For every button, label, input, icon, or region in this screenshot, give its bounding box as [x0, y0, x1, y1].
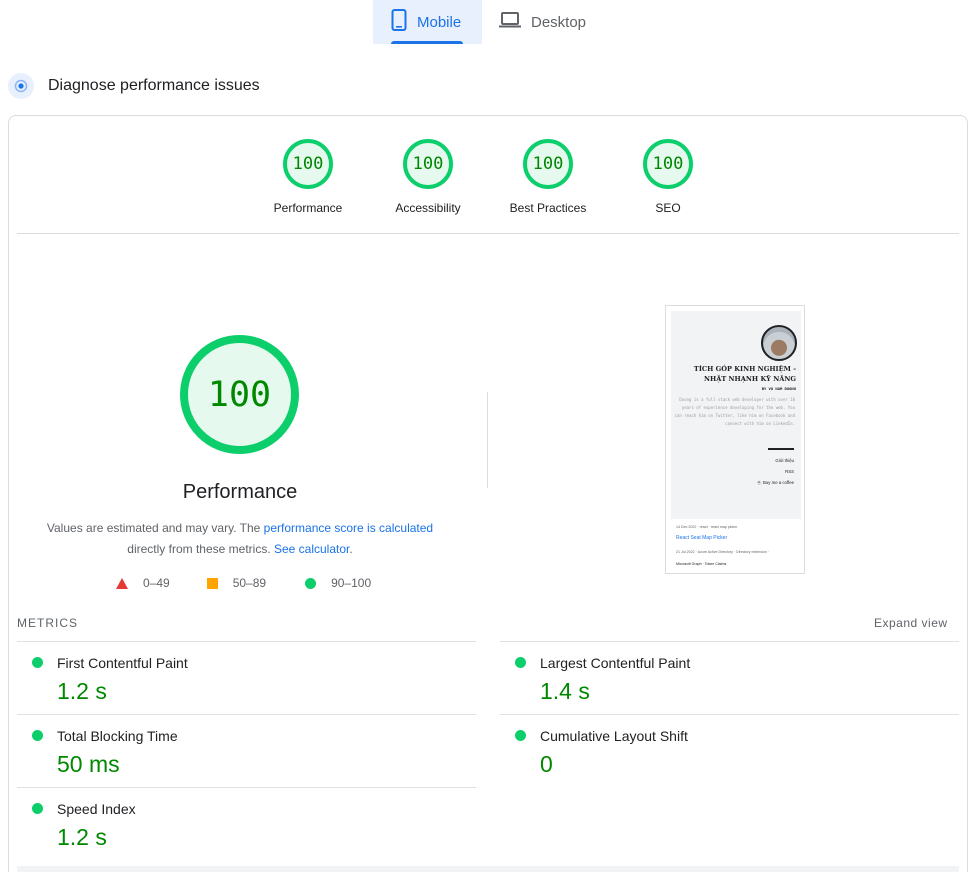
thumbnail-link: Giới thiệu [775, 458, 794, 463]
gauge-performance[interactable]: 100 Performance [248, 139, 368, 215]
performance-title: Performance [182, 481, 298, 503]
metric-total-blocking-time: Total Blocking Time 50 ms [17, 714, 476, 787]
legend-fail: 0–49 [116, 576, 170, 590]
metric-label: First Contentful Paint [57, 655, 188, 671]
see-calculator-link[interactable]: See calculator [274, 542, 349, 556]
gauge-label: Best Practices [509, 201, 587, 215]
metric-largest-contentful-paint: Largest Contentful Paint 1.4 s [500, 641, 959, 714]
tab-desktop[interactable]: Desktop [482, 0, 602, 44]
final-screenshot-thumbnail[interactable]: TÍCH GÓP KINH NGHIỆM - NHẶT NHẠNH KỸ NĂN… [665, 305, 805, 574]
section-footer-strip [17, 866, 959, 872]
thumbnail-post-meta: Microsoft Graph · Token Claims [676, 562, 727, 566]
score-calculated-link[interactable]: performance score is calculated [264, 521, 433, 535]
divider [17, 233, 959, 234]
metric-value: 1.2 s [57, 678, 107, 704]
thumbnail-post-meta: 14 Dec 2022 · react · react map picker [676, 525, 738, 529]
metrics-header: METRICS [17, 616, 78, 630]
pass-dot-icon [32, 730, 43, 741]
metric-label: Largest Contentful Paint [540, 655, 691, 671]
pass-dot-icon [515, 657, 526, 668]
legend-range: 0–49 [143, 576, 170, 590]
score-gauges: 100 Performance 100 Accessibility 100 Be… [248, 139, 728, 215]
desc-text: . [349, 542, 353, 556]
metric-label: Speed Index [57, 801, 136, 817]
metric-value: 1.2 s [57, 824, 107, 850]
metric-label: Total Blocking Time [57, 728, 178, 744]
tab-desktop-label: Desktop [531, 13, 587, 31]
gauge-score: 100 [523, 139, 573, 189]
metric-cumulative-layout-shift: Cumulative Layout Shift 0 [500, 714, 959, 787]
thumbnail-byline: BY VO NAM DUONG [761, 386, 796, 391]
legend-range: 90–100 [331, 576, 372, 590]
tab-selected-indicator [391, 41, 463, 44]
pass-dot-icon [515, 730, 526, 741]
lighthouse-dot-icon [8, 73, 34, 99]
thumbnail-site-title: TÍCH GÓP KINH NGHIỆM - NHẶT NHẠNH KỸ NĂN… [674, 364, 796, 384]
thumbnail-post-title: React Seat Map Picker [676, 535, 728, 541]
performance-score-gauge: 100 [180, 335, 299, 454]
expand-view-button[interactable]: Expand view [874, 616, 948, 630]
gauge-best-practices[interactable]: 100 Best Practices [488, 139, 608, 215]
gauge-score: 100 [643, 139, 693, 189]
pass-dot-icon [32, 657, 43, 668]
avatar [761, 325, 797, 361]
desc-text: directly from these metrics. [127, 542, 274, 556]
device-tabs: Mobile Desktop [373, 0, 602, 44]
legend-range: 50–89 [232, 576, 267, 590]
tab-mobile-label: Mobile [417, 13, 462, 31]
gauge-seo[interactable]: 100 SEO [608, 139, 728, 215]
gauge-score: 100 [283, 139, 333, 189]
gauge-label: Accessibility [395, 201, 461, 215]
thumbnail-bio: Duong is a full stack web developer with… [674, 397, 795, 426]
desc-text: Values are estimated and may vary. The [46, 521, 264, 535]
metric-value: 0 [540, 751, 553, 777]
metric-label: Cumulative Layout Shift [540, 728, 688, 744]
legend-pass: 90–100 [305, 576, 371, 590]
gauge-accessibility[interactable]: 100 Accessibility [368, 139, 488, 215]
thumbnail-link: ☕ Buy me a coffee [756, 480, 794, 485]
thumbnail-post-meta: 21 Jul 2022 · Azure Active Directory · D… [676, 550, 770, 554]
legend-average: 50–89 [206, 576, 267, 590]
title-line: TÍCH GÓP KINH NGHIỆM - [693, 365, 796, 373]
gauge-label: Performance [273, 201, 343, 215]
gauge-label: SEO [655, 201, 681, 215]
circle-icon [305, 577, 317, 589]
gauge-score: 100 [403, 139, 453, 189]
phone-icon [391, 9, 417, 35]
metric-speed-index: Speed Index 1.2 s [17, 787, 476, 860]
tab-mobile[interactable]: Mobile [373, 0, 482, 44]
diagnose-title: Diagnose performance issues [48, 77, 260, 94]
performance-description: Values are estimated and may vary. The p… [40, 518, 440, 560]
metric-first-contentful-paint: First Contentful Paint 1.2 s [17, 641, 476, 714]
square-icon [206, 577, 218, 589]
vertical-divider [487, 392, 488, 488]
diagnose-header: Diagnose performance issues [8, 72, 260, 100]
title-line: NHẶT NHẠNH KỸ NĂNG [703, 375, 796, 383]
score-legend: 0–49 50–89 90–100 [116, 576, 371, 590]
metric-value: 50 ms [57, 751, 120, 777]
triangle-icon [116, 577, 128, 589]
thumbnail-rule [768, 448, 794, 450]
pass-dot-icon [32, 803, 43, 814]
laptop-icon [499, 12, 531, 32]
metric-value: 1.4 s [540, 678, 590, 704]
thumbnail-link: RSS [785, 469, 794, 474]
